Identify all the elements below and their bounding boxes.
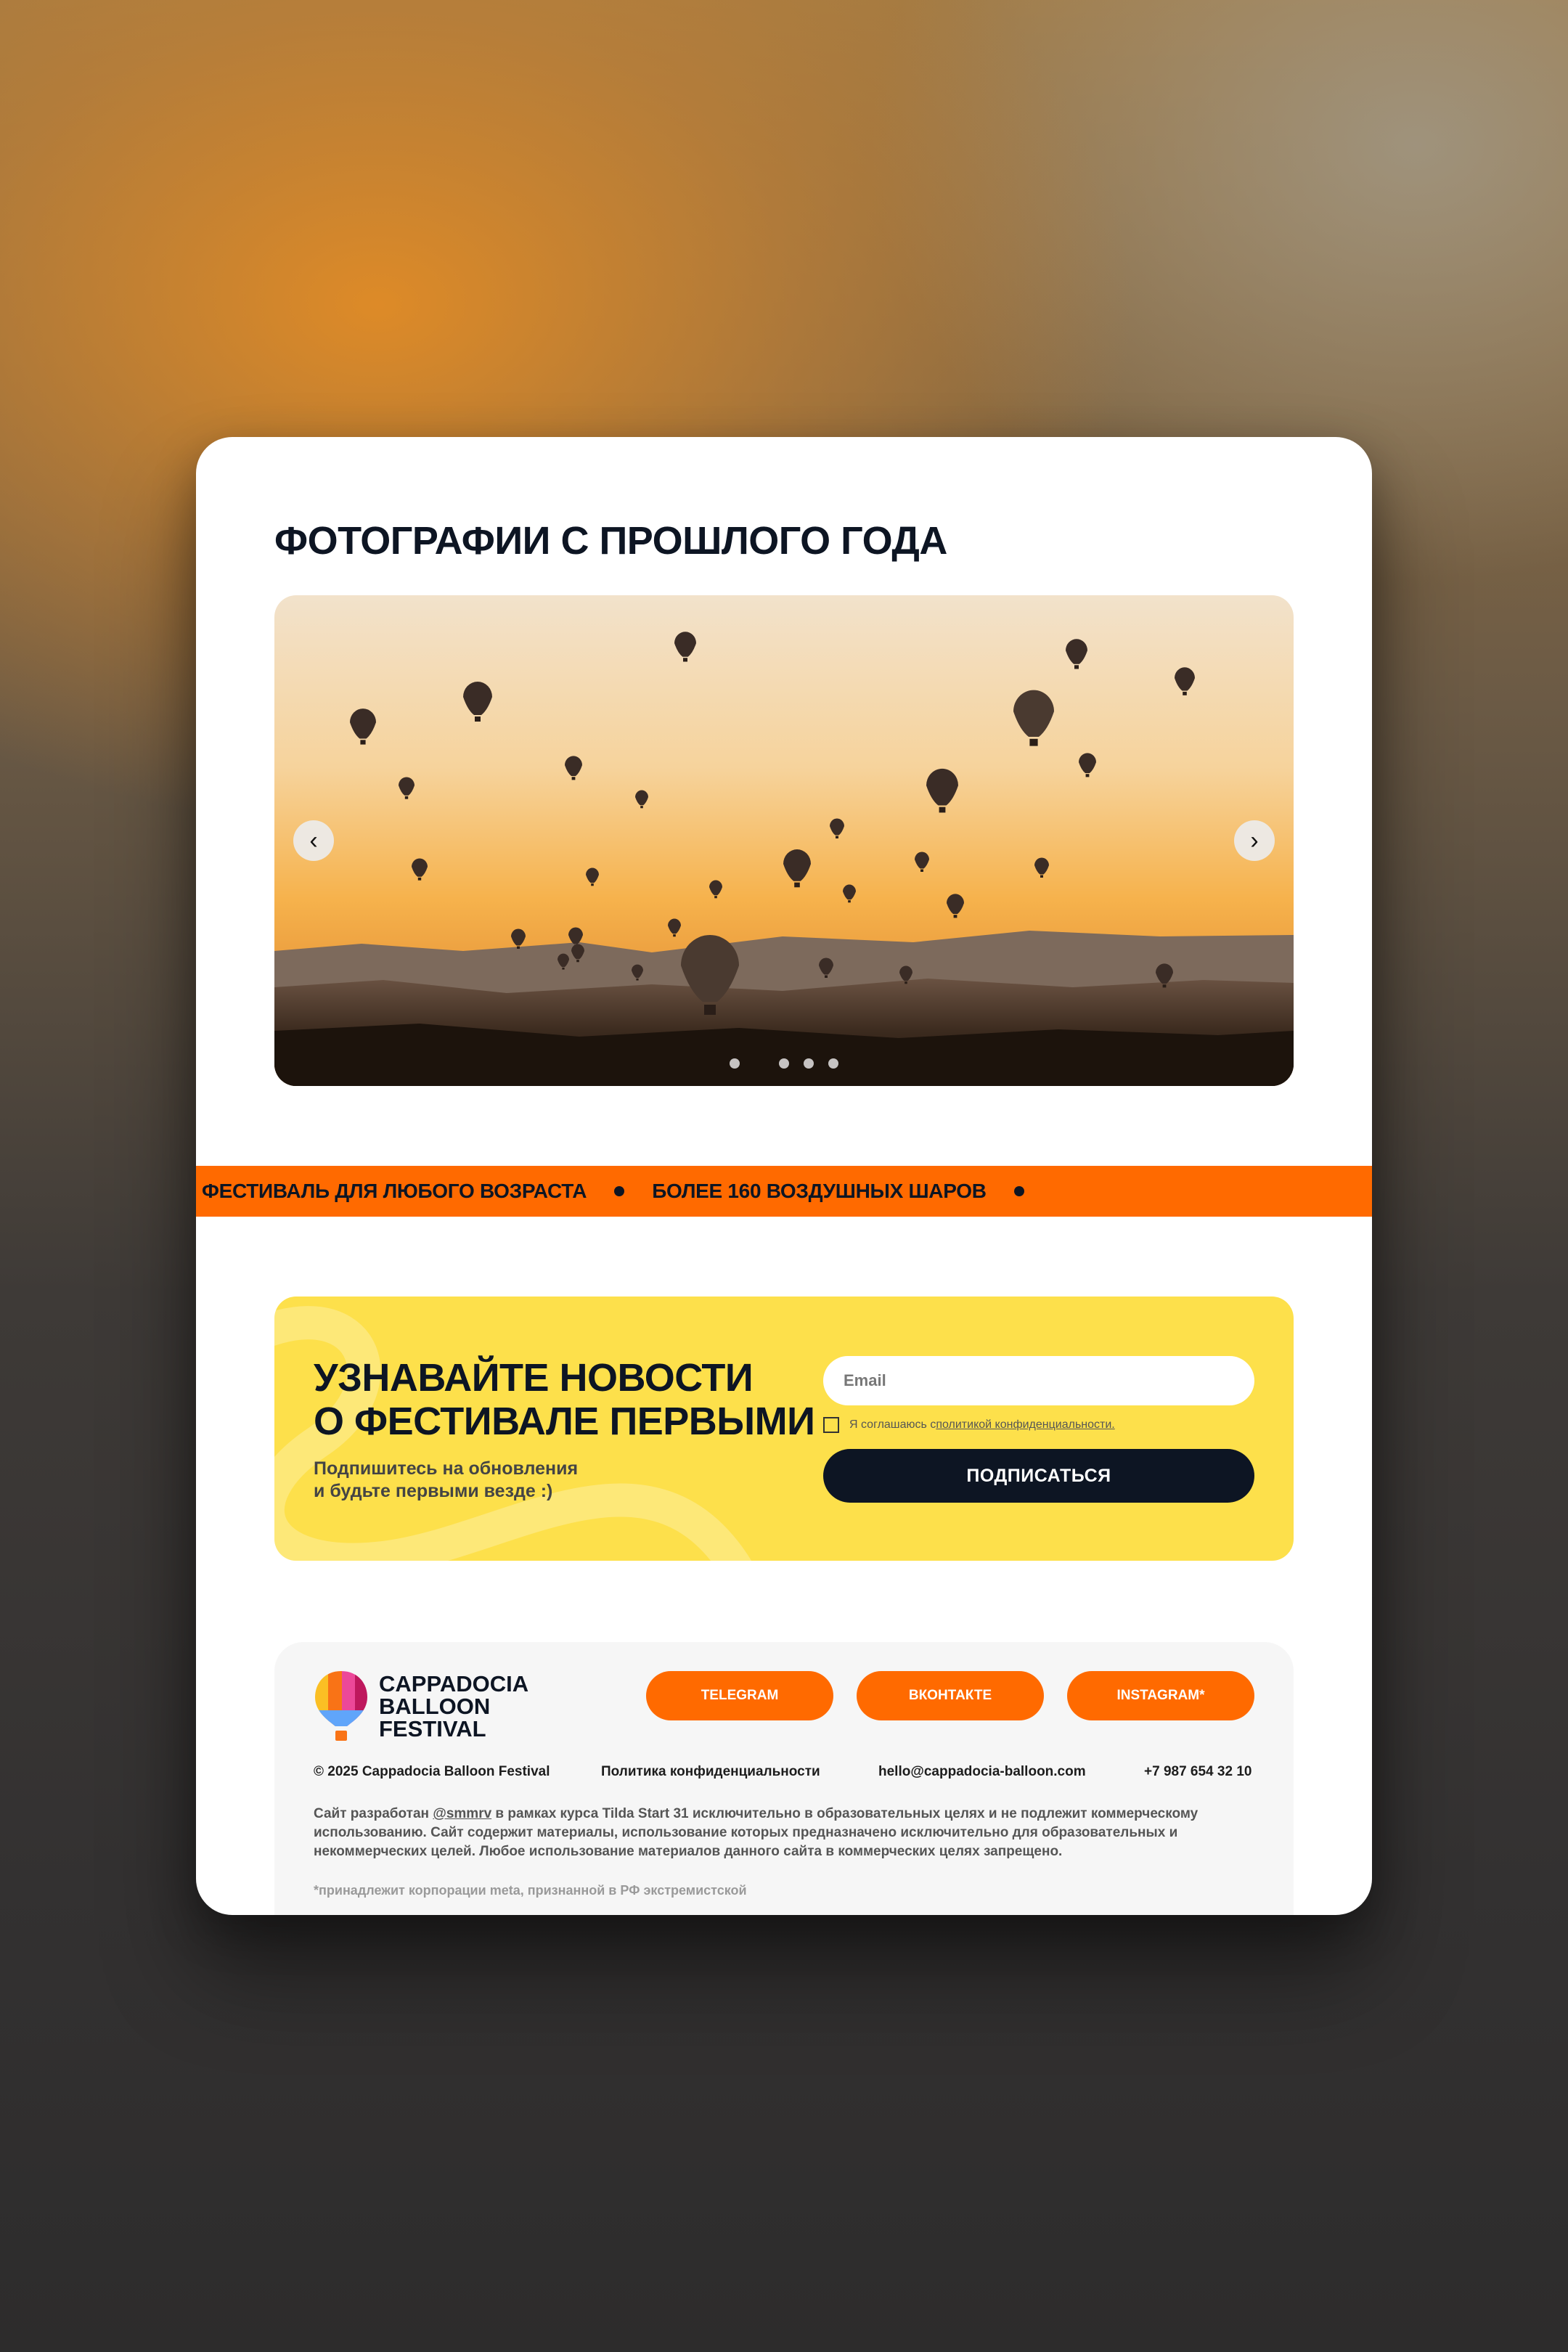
chevron-right-icon: ›	[1250, 826, 1259, 854]
slider-dot[interactable]	[828, 1058, 838, 1069]
balloon-basket	[825, 975, 828, 978]
copyright: © 2025 Cappadocia Balloon Festival	[314, 1764, 550, 1779]
bullet-icon	[614, 1186, 625, 1196]
email-link[interactable]: hello@cappadocia-balloon.com	[878, 1764, 1086, 1780]
balloon-basket	[673, 934, 676, 937]
balloon-basket	[905, 981, 907, 984]
page-card: ФОТОГРАФИИ С ПРОШЛОГО ГОДА ‹ › ФЕСТИВАЛЬ…	[196, 437, 1372, 1915]
bullet-icon	[1013, 1186, 1024, 1196]
balloon-basket	[920, 869, 923, 872]
slider-prev-button[interactable]: ‹	[293, 820, 334, 861]
balloons-photo	[274, 595, 1294, 1086]
balloon-basket	[848, 900, 851, 903]
footer: CAPPADOCIA BALLOON FESTIVAL TELEGRAM ВКО…	[274, 1642, 1294, 1915]
subscribe-subtitle-line: и будьте первыми везде :)	[314, 1481, 553, 1501]
privacy-link[interactable]: Политика конфиденциальности	[601, 1764, 820, 1780]
balloon-basket	[360, 740, 366, 745]
instagram-button[interactable]: INSTAGRAM*	[1067, 1671, 1254, 1720]
balloon-basket	[714, 896, 717, 899]
author-link[interactable]: @smmrv	[433, 1806, 491, 1821]
consent-label: Я соглашаюсь с	[849, 1418, 936, 1431]
telegram-button[interactable]: TELEGRAM	[646, 1671, 833, 1720]
gallery-title: ФОТОГРАФИИ С ПРОШЛОГО ГОДА	[274, 519, 947, 563]
balloon-basket	[517, 946, 520, 949]
balloon-basket	[404, 796, 409, 799]
disclaimer: Сайт разработан @smmrv в рамках курса Ti…	[314, 1805, 1214, 1861]
balloon-logo-icon	[315, 1671, 367, 1741]
consent-row: Я соглашаюсь с политикой конфиденциально…	[823, 1417, 1115, 1433]
balloon-basket	[562, 967, 565, 970]
balloon-basket	[683, 658, 687, 662]
balloon-basket	[591, 883, 594, 886]
subscribe-title-line: УЗНАВАЙТЕ НОВОСТИ	[314, 1356, 754, 1400]
subscribe-title-line: О ФЕСТИВАЛЕ ПЕРВЫМИ	[314, 1400, 815, 1443]
disclaimer-prefix: Сайт разработан	[314, 1806, 433, 1821]
slider-next-button[interactable]: ›	[1234, 820, 1275, 861]
balloon-basket	[571, 777, 576, 780]
balloon-basket	[953, 915, 957, 918]
balloon-basket	[576, 960, 579, 963]
email-field[interactable]	[823, 1356, 1254, 1405]
balloon-basket	[704, 1005, 716, 1015]
balloon-basket	[1074, 665, 1079, 669]
subscribe-button[interactable]: ПОДПИСАТЬСЯ	[823, 1449, 1254, 1503]
slider-dot[interactable]	[779, 1058, 789, 1069]
privacy-policy-link[interactable]: политикой конфиденциальности.	[936, 1418, 1114, 1432]
balloon-basket	[1162, 984, 1167, 988]
balloon-basket	[417, 877, 422, 881]
logo[interactable]: CAPPADOCIA BALLOON FESTIVAL	[314, 1670, 528, 1742]
marquee-item: БОЛЕЕ 160 ВОЗДУШНЫХ ШАРОВ	[652, 1180, 987, 1202]
consent-checkbox[interactable]	[823, 1417, 839, 1433]
subscribe-subtitle: Подпишитесь на обновления и будьте первы…	[314, 1458, 578, 1503]
logo-line: FESTIVAL	[379, 1715, 486, 1741]
photo-slider[interactable]: ‹ ›	[274, 595, 1294, 1086]
balloon-basket	[640, 806, 643, 809]
logo-line: CAPPADOCIA	[379, 1670, 529, 1696]
logo-line: BALLOON	[379, 1693, 491, 1719]
balloon-basket	[1029, 738, 1038, 746]
phone-link[interactable]: +7 987 654 32 10	[1144, 1764, 1251, 1780]
chevron-left-icon: ‹	[309, 826, 318, 854]
meta-note: *принадлежит корпорации meta, признанной…	[314, 1883, 747, 1898]
balloon-basket	[939, 807, 946, 813]
slider-dot[interactable]	[804, 1058, 814, 1069]
balloon-basket	[636, 978, 639, 981]
balloon-basket	[1085, 774, 1090, 777]
balloon-basket	[1183, 691, 1187, 695]
balloon-basket	[836, 836, 838, 838]
marquee-strip: ФЕСТИВАЛЬ ДЛЯ ЛЮБОГО ВОЗРАСТА БОЛЕЕ 160 …	[196, 1166, 1372, 1217]
balloon-basket	[1040, 875, 1043, 878]
subscribe-subtitle-line: Подпишитесь на обновления	[314, 1458, 579, 1479]
balloon-basket	[794, 882, 800, 888]
logo-text: CAPPADOCIA BALLOON FESTIVAL	[379, 1673, 528, 1740]
subscribe-title: УЗНАВАЙТЕ НОВОСТИ О ФЕСТИВАЛЕ ПЕРВЫМИ	[314, 1356, 815, 1443]
slider-dot[interactable]	[754, 1058, 764, 1069]
balloon-basket	[475, 716, 481, 722]
slider-dots	[274, 1058, 1294, 1069]
slider-dot[interactable]	[730, 1058, 740, 1069]
subscribe-block: УЗНАВАЙТЕ НОВОСТИ О ФЕСТИВАЛЕ ПЕРВЫМИ По…	[274, 1297, 1294, 1561]
vkontakte-button[interactable]: ВКОНТАКТЕ	[857, 1671, 1044, 1720]
marquee-item: ФЕСТИВАЛЬ ДЛЯ ЛЮБОГО ВОЗРАСТА	[202, 1180, 587, 1202]
